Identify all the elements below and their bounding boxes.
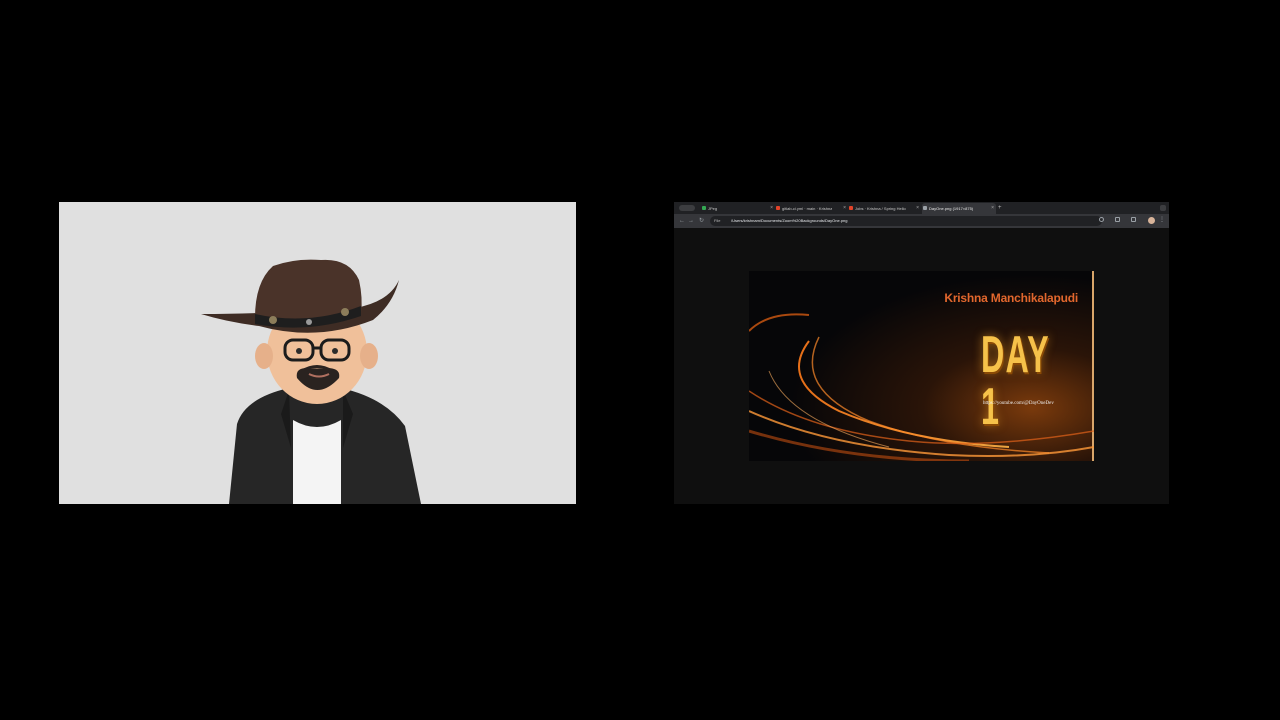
screen-share-tile[interactable]: JPeg × gitlab-ci.yml · main · Krishna × … <box>674 202 1169 504</box>
browser-menu-button[interactable]: ⋮ <box>1159 215 1165 225</box>
gitlab-tab-favicon <box>776 206 780 210</box>
tab-title: DayOne.png (1917×875) <box>929 206 974 211</box>
back-button[interactable]: ← <box>679 216 685 226</box>
address-bar[interactable]: File /Users/krishnam/Documents/Zoom%20Ba… <box>710 216 1102 226</box>
participant-video-tile[interactable] <box>59 202 576 504</box>
window-controls[interactable] <box>679 205 695 211</box>
reload-button[interactable]: ↻ <box>699 216 704 226</box>
forward-button[interactable]: → <box>688 216 694 226</box>
avatar-shirt <box>293 420 341 504</box>
profile-avatar[interactable] <box>1148 217 1155 224</box>
image-link-text: https://youtube.com/@DayOneDev <box>983 401 1054 406</box>
avatar-image <box>201 259 421 504</box>
jpeg-tab-favicon <box>702 206 706 210</box>
tab-close-icon[interactable]: × <box>770 203 773 214</box>
tab-close-icon[interactable]: × <box>843 203 846 214</box>
tab-search-button[interactable] <box>1160 205 1166 211</box>
gitlab-tab-favicon <box>849 206 853 210</box>
tab-title: JPeg <box>708 206 718 211</box>
address-url[interactable]: /Users/krishnam/Documents/Zoom%20Backgro… <box>731 217 848 225</box>
browser-viewport: Krishna Manchikalapudi DAY 1 https://you… <box>674 228 1169 504</box>
image-name-text: Krishna Manchikalapudi <box>944 291 1078 305</box>
tab-close-icon[interactable]: × <box>916 203 919 214</box>
tab-jobs[interactable]: Jobs · Krishna / Spring Hello × <box>848 203 921 214</box>
browser-tab-strip: JPeg × gitlab-ci.yml · main · Krishna × … <box>674 202 1169 214</box>
image-headline-text: DAY 1 <box>981 326 1050 436</box>
tab-title: gitlab-ci.yml · main · Krishna <box>782 206 833 211</box>
tab-title: Jobs · Krishna / Spring Hello <box>855 206 906 211</box>
dayone-image: Krishna Manchikalapudi DAY 1 https://you… <box>749 271 1094 461</box>
sidebar-icon[interactable] <box>1131 217 1136 222</box>
tab-jpeg[interactable]: JPeg × <box>701 203 775 214</box>
extensions-icon[interactable] <box>1115 217 1120 222</box>
new-tab-button[interactable]: + <box>998 203 1002 214</box>
browser-toolbar: ← → ↻ File /Users/krishnam/Documents/Zoo… <box>674 214 1169 228</box>
image-tab-favicon <box>923 206 927 210</box>
tab-close-icon[interactable]: × <box>991 203 994 214</box>
tab-gitlab-ci[interactable]: gitlab-ci.yml · main · Krishna × <box>775 203 848 214</box>
bookmark-star-icon[interactable] <box>1099 217 1104 222</box>
tab-dayone-png[interactable]: DayOne.png (1917×875) × <box>922 203 996 214</box>
file-scheme-chip[interactable]: File <box>714 217 720 225</box>
